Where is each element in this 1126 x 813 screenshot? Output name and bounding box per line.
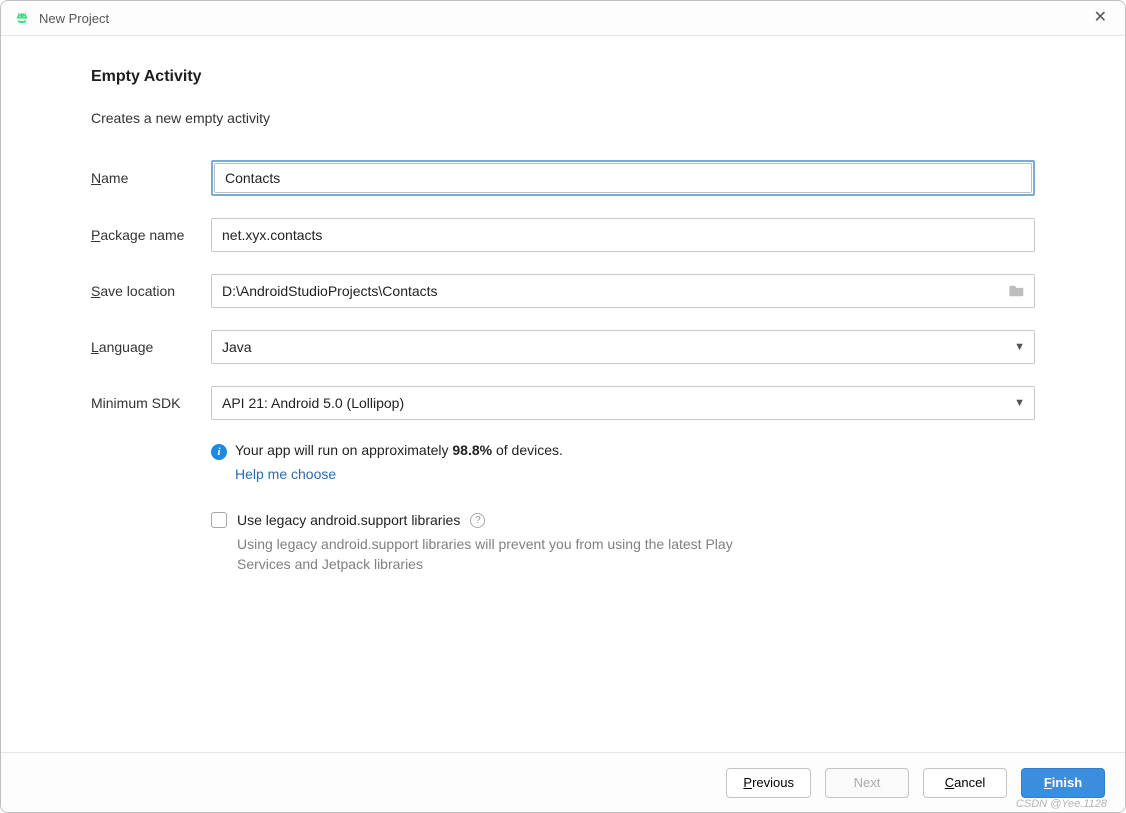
save-location-wrap (211, 274, 1035, 308)
legacy-support-description: Using legacy android.support libraries w… (237, 534, 767, 575)
row-package: Package name (91, 218, 1035, 252)
label-min-sdk: Minimum SDK (91, 395, 211, 411)
help-me-choose-link[interactable]: Help me choose (235, 466, 1035, 482)
min-sdk-value[interactable] (211, 386, 1035, 420)
page-subtitle: Creates a new empty activity (91, 110, 1035, 126)
legacy-checkbox-row: Use legacy android.support libraries ? (211, 512, 1035, 528)
legacy-support-checkbox[interactable] (211, 512, 227, 528)
android-studio-icon (13, 9, 31, 27)
new-project-dialog: New Project ✕ Empty Activity Creates a n… (0, 0, 1126, 813)
row-language: Language ▼ (91, 330, 1035, 364)
language-value[interactable] (211, 330, 1035, 364)
device-coverage-info: i Your app will run on approximately 98.… (211, 442, 1035, 460)
close-icon[interactable]: ✕ (1088, 6, 1113, 30)
language-select[interactable]: ▼ (211, 330, 1035, 364)
help-icon[interactable]: ? (470, 513, 485, 528)
window-title: New Project (39, 11, 109, 26)
label-name: Name (91, 170, 211, 186)
row-min-sdk: Minimum SDK ▼ (91, 386, 1035, 420)
name-input-focus-ring (211, 160, 1035, 196)
label-package: Package name (91, 227, 211, 243)
page-heading: Empty Activity (91, 68, 1035, 86)
finish-button[interactable]: Finish (1021, 768, 1105, 798)
name-input[interactable] (214, 163, 1032, 193)
legacy-support-block: Use legacy android.support libraries ? U… (211, 512, 1035, 575)
next-button: Next (825, 768, 909, 798)
browse-folder-icon[interactable] (1008, 283, 1026, 300)
titlebar: New Project ✕ (1, 1, 1125, 36)
row-name: Name (91, 160, 1035, 196)
package-input[interactable] (211, 218, 1035, 252)
row-save-location: Save location (91, 274, 1035, 308)
dialog-content: Empty Activity Creates a new empty activ… (1, 36, 1125, 752)
watermark: CSDN @Yee.1128 (1016, 798, 1107, 810)
label-language: Language (91, 339, 211, 355)
label-save-location: Save location (91, 283, 211, 299)
info-icon: i (211, 444, 227, 460)
save-location-input[interactable] (212, 276, 1008, 306)
device-coverage-text: Your app will run on approximately 98.8%… (235, 442, 563, 458)
dialog-footer: Previous Next Cancel Finish CSDN @Yee.11… (1, 752, 1125, 812)
previous-button[interactable]: Previous (726, 768, 811, 798)
cancel-button[interactable]: Cancel (923, 768, 1007, 798)
min-sdk-select[interactable]: ▼ (211, 386, 1035, 420)
legacy-support-label: Use legacy android.support libraries (237, 512, 460, 528)
